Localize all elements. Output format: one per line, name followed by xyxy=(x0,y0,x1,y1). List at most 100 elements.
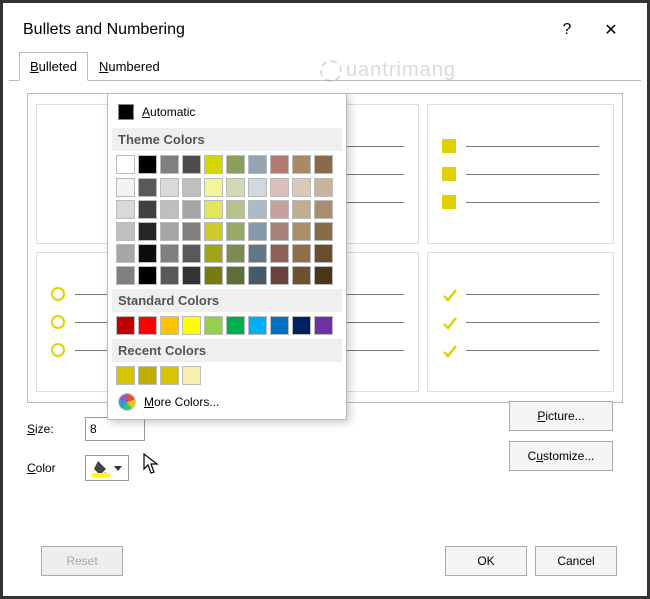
more-colors-option[interactable]: More Colors... xyxy=(116,389,338,415)
color-swatch[interactable] xyxy=(116,244,135,263)
color-swatch[interactable] xyxy=(116,366,135,385)
color-split-button[interactable] xyxy=(85,455,129,481)
color-swatch[interactable] xyxy=(160,266,179,285)
color-swatch[interactable] xyxy=(292,222,311,241)
tab-bulleted[interactable]: Bulleted xyxy=(19,52,88,81)
color-swatch[interactable] xyxy=(204,155,223,174)
bullet-preview-line xyxy=(442,167,599,181)
color-swatch[interactable] xyxy=(226,222,245,241)
color-swatch[interactable] xyxy=(116,200,135,219)
color-swatch[interactable] xyxy=(270,200,289,219)
ok-button[interactable]: OK xyxy=(445,546,527,576)
cancel-button[interactable]: Cancel xyxy=(535,546,617,576)
color-swatch[interactable] xyxy=(314,316,333,335)
color-swatch[interactable] xyxy=(160,178,179,197)
color-swatch[interactable] xyxy=(138,200,157,219)
color-swatch[interactable] xyxy=(204,244,223,263)
color-swatch[interactable] xyxy=(226,155,245,174)
color-swatch[interactable] xyxy=(292,155,311,174)
color-swatch[interactable] xyxy=(248,266,267,285)
color-swatch[interactable] xyxy=(204,266,223,285)
color-swatch[interactable] xyxy=(182,316,201,335)
color-swatch[interactable] xyxy=(160,155,179,174)
color-swatch[interactable] xyxy=(270,266,289,285)
color-swatch[interactable] xyxy=(160,222,179,241)
color-swatch[interactable] xyxy=(160,316,179,335)
size-input[interactable] xyxy=(85,417,145,441)
picture-button[interactable]: Picture... xyxy=(509,401,613,431)
color-swatch[interactable] xyxy=(138,316,157,335)
color-swatch[interactable] xyxy=(182,244,201,263)
color-swatch[interactable] xyxy=(292,244,311,263)
customize-button[interactable]: Customize... xyxy=(509,441,613,471)
color-swatch[interactable] xyxy=(314,222,333,241)
check-bullet-icon xyxy=(442,343,456,357)
chevron-down-icon xyxy=(114,466,122,471)
help-button[interactable]: ? xyxy=(545,14,589,46)
square-bullet-icon xyxy=(442,139,456,153)
color-swatch[interactable] xyxy=(116,178,135,197)
color-swatch[interactable] xyxy=(182,200,201,219)
color-swatch[interactable] xyxy=(204,200,223,219)
color-swatch[interactable] xyxy=(226,316,245,335)
color-swatch[interactable] xyxy=(292,200,311,219)
color-swatch[interactable] xyxy=(138,244,157,263)
color-swatch[interactable] xyxy=(204,222,223,241)
color-swatch[interactable] xyxy=(248,244,267,263)
color-swatch[interactable] xyxy=(314,178,333,197)
color-wheel-icon xyxy=(118,393,136,411)
style-option[interactable] xyxy=(427,104,614,244)
color-swatch[interactable] xyxy=(138,366,157,385)
color-swatch[interactable] xyxy=(226,178,245,197)
color-swatch[interactable] xyxy=(270,222,289,241)
color-swatch[interactable] xyxy=(292,316,311,335)
color-swatch[interactable] xyxy=(314,200,333,219)
color-swatch[interactable] xyxy=(226,200,245,219)
color-swatch[interactable] xyxy=(204,178,223,197)
color-swatch[interactable] xyxy=(270,316,289,335)
square-bullet-icon xyxy=(442,167,456,181)
color-swatch[interactable] xyxy=(226,266,245,285)
color-swatch[interactable] xyxy=(248,155,267,174)
circle-bullet-icon xyxy=(51,287,65,301)
color-swatch[interactable] xyxy=(182,178,201,197)
color-swatch[interactable] xyxy=(182,155,201,174)
size-label: Size: xyxy=(27,422,77,436)
tab-numbered[interactable]: Numbered xyxy=(88,52,171,81)
theme-color-shades xyxy=(116,178,338,285)
color-swatch[interactable] xyxy=(138,222,157,241)
color-swatch[interactable] xyxy=(248,178,267,197)
color-swatch[interactable] xyxy=(160,244,179,263)
color-swatch[interactable] xyxy=(270,178,289,197)
color-swatch[interactable] xyxy=(314,155,333,174)
color-swatch[interactable] xyxy=(160,200,179,219)
color-swatch[interactable] xyxy=(292,178,311,197)
color-swatch[interactable] xyxy=(138,266,157,285)
color-swatch[interactable] xyxy=(116,222,135,241)
color-swatch[interactable] xyxy=(138,178,157,197)
color-swatch[interactable] xyxy=(314,244,333,263)
color-swatch[interactable] xyxy=(138,155,157,174)
color-swatch[interactable] xyxy=(116,155,135,174)
automatic-option[interactable]: Automatic xyxy=(116,100,338,124)
color-swatch[interactable] xyxy=(248,200,267,219)
color-label: Color xyxy=(27,461,77,475)
color-swatch[interactable] xyxy=(270,155,289,174)
color-swatch[interactable] xyxy=(226,244,245,263)
check-bullet-icon xyxy=(442,315,456,329)
color-swatch[interactable] xyxy=(182,222,201,241)
reset-button[interactable]: Reset xyxy=(41,546,123,576)
color-swatch[interactable] xyxy=(292,266,311,285)
color-swatch[interactable] xyxy=(270,244,289,263)
color-swatch[interactable] xyxy=(204,316,223,335)
color-swatch[interactable] xyxy=(248,316,267,335)
color-swatch[interactable] xyxy=(182,366,201,385)
color-swatch[interactable] xyxy=(314,266,333,285)
color-swatch[interactable] xyxy=(116,266,135,285)
color-swatch[interactable] xyxy=(116,316,135,335)
color-swatch[interactable] xyxy=(182,266,201,285)
close-button[interactable]: ✕ xyxy=(589,14,633,46)
color-swatch[interactable] xyxy=(160,366,179,385)
style-option[interactable] xyxy=(427,252,614,392)
color-swatch[interactable] xyxy=(248,222,267,241)
